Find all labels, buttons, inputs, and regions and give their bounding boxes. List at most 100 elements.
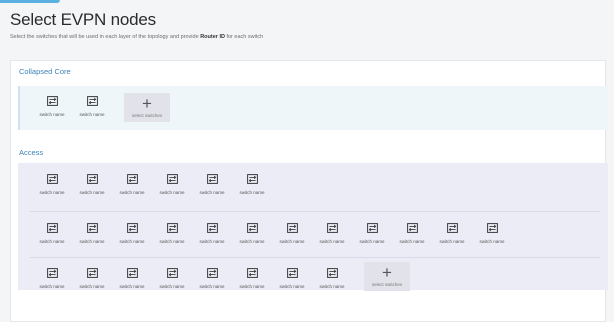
switch-name-label: switch name: [159, 239, 185, 244]
access-switch-row-2: switch name switch name switch name switch …: [32, 223, 512, 249]
switch-tile[interactable]: switch name: [432, 223, 472, 249]
switch-tile[interactable]: switch name: [152, 174, 192, 200]
switch-tile[interactable]: switch name: [112, 223, 152, 249]
switch-name-label: switch name: [239, 284, 265, 289]
plus-icon: +: [142, 94, 152, 113]
page-subtitle: Select the switches that will be used in…: [10, 34, 263, 40]
access-add-button[interactable]: + select switches: [364, 262, 410, 291]
collapsed-core-switch-row: switch name switch name: [32, 96, 112, 122]
switch-icon: [192, 174, 232, 184]
switch-icon: [72, 223, 112, 233]
switch-tile[interactable]: switch name: [192, 174, 232, 200]
switch-name-label: switch name: [39, 284, 65, 289]
switch-tile[interactable]: switch name: [232, 223, 272, 249]
add-switches-label: select switches: [371, 282, 403, 287]
switch-icon: [112, 174, 152, 184]
row-divider: [30, 257, 600, 258]
switch-tile[interactable]: switch name: [72, 96, 112, 122]
switch-name-label: switch name: [399, 239, 425, 244]
switch-icon: [312, 223, 352, 233]
page-title: Select EVPN nodes: [10, 10, 156, 29]
switch-icon: [112, 268, 152, 278]
switch-tile[interactable]: switch name: [232, 268, 272, 294]
switch-name-label: switch name: [119, 239, 145, 244]
switch-tile[interactable]: switch name: [32, 174, 72, 200]
switch-name-label: switch name: [199, 239, 225, 244]
switch-tile[interactable]: switch name: [272, 223, 312, 249]
switch-name-label: switch name: [119, 284, 145, 289]
plus-icon: +: [382, 263, 392, 282]
subtitle-text: Select the switches that will be used in…: [10, 34, 199, 40]
switch-tile[interactable]: switch name: [392, 223, 432, 249]
switch-icon: [352, 223, 392, 233]
switch-name-label: switch name: [159, 284, 185, 289]
switch-name-label: switch name: [279, 284, 305, 289]
switch-icon: [192, 268, 232, 278]
switch-icon: [432, 223, 472, 233]
switch-name-label: switch name: [159, 190, 185, 195]
switch-icon: [72, 268, 112, 278]
switch-tile[interactable]: switch name: [232, 174, 272, 200]
switch-icon: [232, 268, 272, 278]
switch-name-label: switch name: [79, 284, 105, 289]
switch-icon: [32, 223, 72, 233]
switch-name-label: switch name: [119, 190, 145, 195]
switch-icon: [272, 223, 312, 233]
subtitle-bold: Router ID: [200, 34, 225, 40]
switch-icon: [32, 174, 72, 184]
switch-icon: [152, 223, 192, 233]
switch-tile[interactable]: switch name: [152, 223, 192, 249]
switch-name-label: switch name: [79, 190, 105, 195]
switch-tile[interactable]: switch name: [32, 223, 72, 249]
switch-name-label: switch name: [319, 239, 345, 244]
switch-icon: [312, 268, 352, 278]
access-switch-row-1: switch name switch name switch name switch …: [32, 174, 272, 200]
switch-name-label: switch name: [319, 284, 345, 289]
section-title-access: Access: [19, 148, 44, 157]
switch-tile[interactable]: switch name: [112, 174, 152, 200]
switch-tile[interactable]: switch name: [352, 223, 392, 249]
switch-name-label: switch name: [79, 112, 105, 117]
switch-icon: [32, 96, 72, 106]
switch-tile[interactable]: switch name: [472, 223, 512, 249]
page-header: Select EVPN nodes Select the switches th…: [10, 10, 263, 40]
switch-tile[interactable]: switch name: [152, 268, 192, 294]
switch-tile[interactable]: switch name: [272, 268, 312, 294]
access-switch-row-3: switch name switch name switch name switch …: [32, 268, 352, 294]
switch-icon: [472, 223, 512, 233]
switch-icon: [72, 174, 112, 184]
switch-icon: [72, 96, 112, 106]
collapsed-core-add-button[interactable]: + select switches: [124, 93, 170, 122]
switch-name-label: switch name: [79, 239, 105, 244]
section-title-collapsed-core: Collapsed Core: [19, 67, 71, 76]
switch-tile[interactable]: switch name: [112, 268, 152, 294]
switch-icon: [152, 174, 192, 184]
switch-tile[interactable]: switch name: [32, 96, 72, 122]
switch-icon: [232, 174, 272, 184]
top-accent-bar: [0, 0, 60, 3]
switch-tile[interactable]: switch name: [192, 268, 232, 294]
switch-name-label: switch name: [239, 239, 265, 244]
switch-tile[interactable]: switch name: [32, 268, 72, 294]
switch-name-label: switch name: [39, 112, 65, 117]
switch-tile[interactable]: switch name: [312, 223, 352, 249]
switch-icon: [392, 223, 432, 233]
subtitle-text-end: for each switch: [226, 34, 264, 40]
switch-icon: [272, 268, 312, 278]
switch-name-label: switch name: [279, 239, 305, 244]
switch-tile[interactable]: switch name: [72, 268, 112, 294]
switch-tile[interactable]: switch name: [312, 268, 352, 294]
switch-tile[interactable]: switch name: [192, 223, 232, 249]
switch-icon: [152, 268, 192, 278]
switch-name-label: switch name: [359, 239, 385, 244]
switch-icon: [112, 223, 152, 233]
add-switches-label: select switches: [131, 113, 163, 118]
switch-tile[interactable]: switch name: [72, 174, 112, 200]
switch-tile[interactable]: switch name: [72, 223, 112, 249]
switch-name-label: switch name: [439, 239, 465, 244]
switch-name-label: switch name: [479, 239, 505, 244]
switch-icon: [232, 223, 272, 233]
switch-name-label: switch name: [239, 190, 265, 195]
switch-name-label: switch name: [39, 190, 65, 195]
switch-name-label: switch name: [39, 239, 65, 244]
